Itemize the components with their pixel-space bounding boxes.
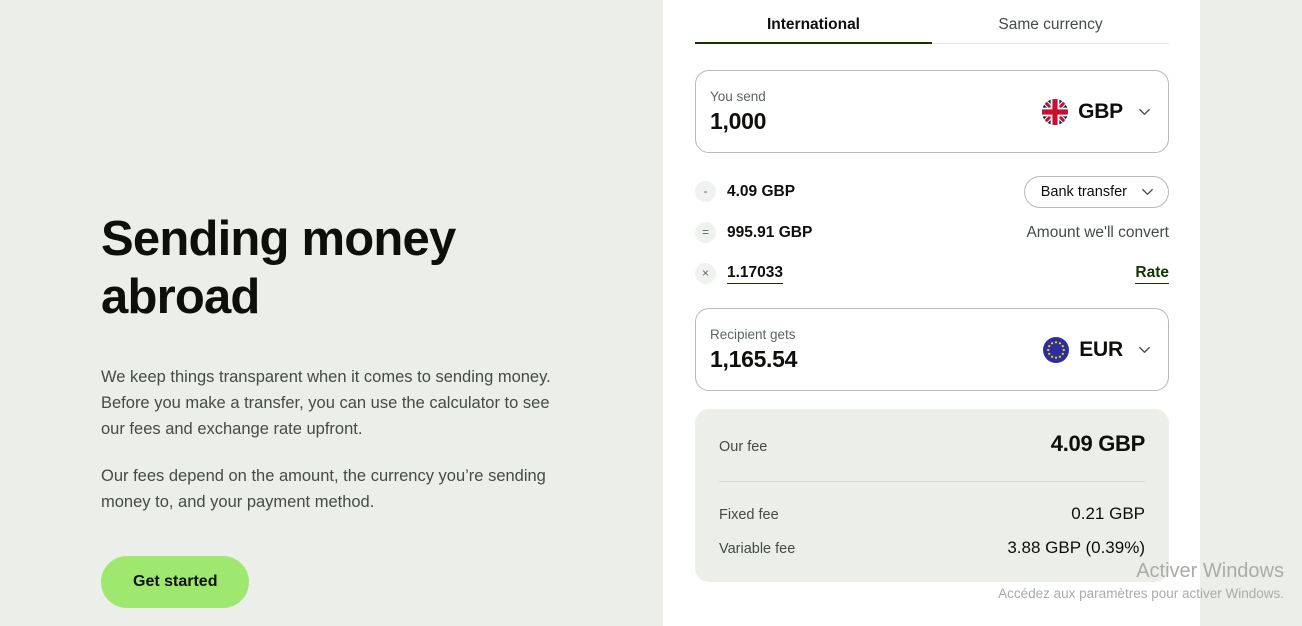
eu-flag-icon <box>1043 336 1070 363</box>
convert-amount: 995.91 GBP <box>727 223 813 241</box>
fixed-fee-row: Fixed fee 0.21 GBP <box>719 504 1145 524</box>
our-fee-label: Our fee <box>719 439 768 455</box>
recipient-gets-label: Recipient gets <box>710 326 796 342</box>
our-fee-value: 4.09 GBP <box>1050 431 1146 456</box>
our-fee-row: Our fee 4.09 GBP <box>719 431 1145 457</box>
rate-link[interactable]: Rate <box>1135 264 1169 284</box>
tab-international[interactable]: International <box>695 0 932 44</box>
fee-summary-box: Our fee 4.09 GBP Fixed fee 0.21 GBP Vari… <box>695 409 1169 582</box>
variable-fee-label: Variable fee <box>719 541 796 557</box>
summary-divider <box>719 481 1145 482</box>
payment-method-label: Bank transfer <box>1040 183 1127 200</box>
calculator-panel: International Same currency You send 1,0… <box>663 0 1200 626</box>
calculation-rows: - 4.09 GBP Bank transfer = 995.91 GBP Am… <box>695 171 1169 294</box>
hero-paragraph-1: We keep things transparent when it comes… <box>101 368 551 438</box>
fee-amount: 4.09 GBP <box>727 182 796 200</box>
variable-fee-row: Variable fee 3.88 GBP (0.39%) <box>719 538 1145 558</box>
minus-operator-icon: - <box>695 181 716 202</box>
chevron-down-icon <box>1140 184 1155 199</box>
convert-amount-row: = 995.91 GBP Amount we'll convert <box>695 212 1169 253</box>
recipient-gets-box[interactable]: Recipient gets 1,165.54 EUR <box>695 308 1169 391</box>
fixed-fee-value: 0.21 GBP <box>1071 504 1145 523</box>
chevron-down-icon <box>1137 342 1152 357</box>
you-send-box[interactable]: You send GBP <box>695 70 1169 153</box>
payment-method-dropdown[interactable]: Bank transfer <box>1023 175 1169 208</box>
tab-same-currency[interactable]: Same currency <box>932 0 1169 43</box>
fee-row: - 4.09 GBP Bank transfer <box>695 171 1169 212</box>
hero-section: Sending money abroad We keep things tran… <box>0 0 663 626</box>
chevron-down-icon <box>1137 104 1152 119</box>
convert-amount-label: Amount we'll convert <box>1026 223 1169 241</box>
receive-currency-code: EUR <box>1079 337 1123 361</box>
variable-fee-value: 3.88 GBP (0.39%) <box>1007 538 1145 557</box>
send-currency-selector[interactable]: GBP <box>1042 98 1152 125</box>
page-title: Sending money abroad <box>101 212 456 324</box>
equals-operator-icon: = <box>695 222 716 243</box>
receive-currency-selector[interactable]: EUR <box>1043 336 1152 363</box>
calculator-tabs: International Same currency <box>695 0 1169 44</box>
hero-paragraph-2: Our fees depend on the amount, the curre… <box>101 467 546 511</box>
you-send-label: You send <box>710 88 766 104</box>
rate-row: × 1.17033 Rate <box>695 253 1169 294</box>
hero-content: Sending money abroad We keep things tran… <box>101 210 561 608</box>
multiply-operator-icon: × <box>695 263 716 284</box>
fixed-fee-label: Fixed fee <box>719 507 779 523</box>
exchange-rate-value[interactable]: 1.17033 <box>727 264 784 284</box>
send-currency-code: GBP <box>1078 99 1123 123</box>
get-started-button[interactable]: Get started <box>101 556 250 608</box>
you-send-input[interactable] <box>710 107 1043 135</box>
recipient-gets-input[interactable] <box>710 345 1044 373</box>
gb-flag-icon <box>1042 98 1069 125</box>
